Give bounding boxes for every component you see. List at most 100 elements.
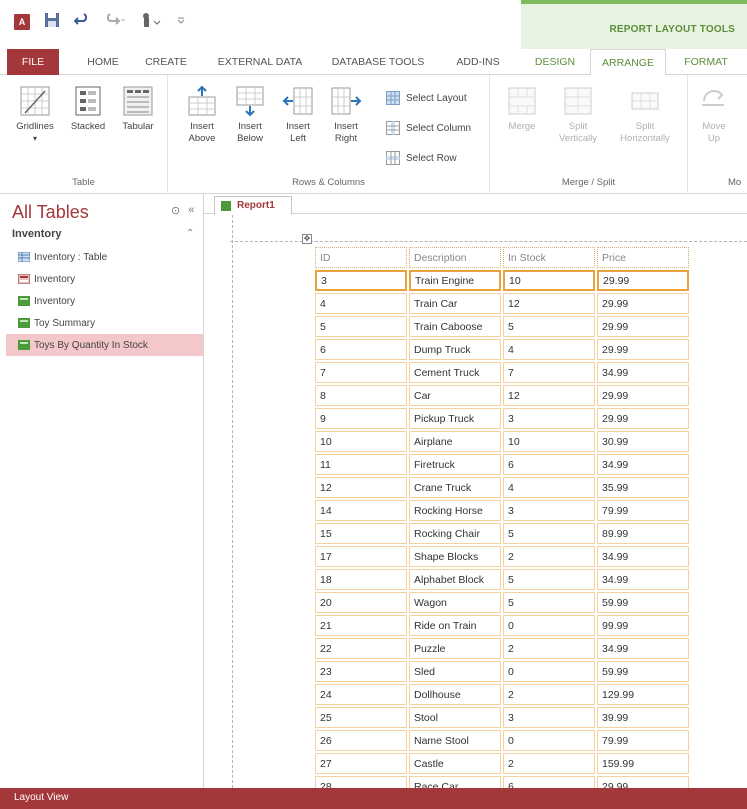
cell-id[interactable]: 26 <box>315 730 407 751</box>
cell-description[interactable]: Airplane <box>409 431 501 452</box>
cell-description[interactable]: Train Car <box>409 293 501 314</box>
cell-in-stock[interactable]: 0 <box>503 730 595 751</box>
cell-price[interactable]: 35.99 <box>597 477 689 498</box>
table-row[interactable]: 18 Alphabet Block 5 34.99 <box>315 569 689 590</box>
layout-move-handle-icon[interactable]: ✥ <box>302 234 312 244</box>
cell-id[interactable]: 20 <box>315 592 407 613</box>
select-row-button[interactable]: Select Row <box>386 151 457 165</box>
cell-in-stock[interactable]: 0 <box>503 615 595 636</box>
cell-description[interactable]: Crane Truck <box>409 477 501 498</box>
cell-description[interactable]: Dollhouse <box>409 684 501 705</box>
cell-price[interactable]: 59.99 <box>597 592 689 613</box>
column-header-description[interactable]: Description <box>409 247 501 268</box>
cell-in-stock[interactable]: 12 <box>503 293 595 314</box>
undo-icon[interactable] <box>73 12 90 33</box>
cell-id[interactable]: 22 <box>315 638 407 659</box>
column-header-id[interactable]: ID <box>315 247 407 268</box>
cell-description[interactable]: Ride on Train <box>409 615 501 636</box>
tab-create[interactable]: CREATE <box>140 49 192 75</box>
move-up-button[interactable]: Move Up <box>692 85 736 145</box>
select-layout-button[interactable]: Select Layout <box>386 91 467 105</box>
select-column-button[interactable]: Select Column <box>386 121 471 135</box>
insert-below-button[interactable]: Insert Below <box>228 85 272 145</box>
cell-in-stock[interactable]: 4 <box>503 339 595 360</box>
cell-description[interactable]: Rocking Horse <box>409 500 501 521</box>
table-row[interactable]: 25 Stool 3 39.99 <box>315 707 689 728</box>
cell-price[interactable]: 29.99 <box>597 316 689 337</box>
table-row[interactable]: 3 Train Engine 10 29.99 <box>315 270 689 291</box>
merge-button[interactable]: Merge <box>500 85 544 133</box>
cell-id[interactable]: 18 <box>315 569 407 590</box>
table-row[interactable]: 7 Cement Truck 7 34.99 <box>315 362 689 383</box>
cell-price[interactable]: 29.99 <box>597 385 689 406</box>
cell-price[interactable]: 30.99 <box>597 431 689 452</box>
cell-description[interactable]: Stool <box>409 707 501 728</box>
cell-price[interactable]: 79.99 <box>597 500 689 521</box>
table-row[interactable]: 27 Castle 2 159.99 <box>315 753 689 774</box>
cell-price[interactable]: 59.99 <box>597 661 689 682</box>
cell-id[interactable]: 25 <box>315 707 407 728</box>
cell-description[interactable]: Alphabet Block <box>409 569 501 590</box>
cell-description[interactable]: Rocking Chair <box>409 523 501 544</box>
cell-in-stock[interactable]: 2 <box>503 638 595 659</box>
stacked-button[interactable]: Stacked <box>66 85 110 133</box>
cell-id[interactable]: 15 <box>315 523 407 544</box>
nav-item-inventory-report[interactable]: Inventory <box>6 290 203 312</box>
cell-description[interactable]: Dump Truck <box>409 339 501 360</box>
table-row[interactable]: 4 Train Car 12 29.99 <box>315 293 689 314</box>
cell-price[interactable]: 34.99 <box>597 454 689 475</box>
cell-price[interactable]: 99.99 <box>597 615 689 636</box>
cell-id[interactable]: 23 <box>315 661 407 682</box>
access-app-icon[interactable]: A <box>14 14 30 30</box>
touch-mode-icon[interactable] <box>140 12 162 33</box>
cell-id[interactable]: 6 <box>315 339 407 360</box>
table-row[interactable]: 5 Train Caboose 5 29.99 <box>315 316 689 337</box>
tab-arrange[interactable]: ARRANGE <box>590 49 666 76</box>
cell-description[interactable]: Cement Truck <box>409 362 501 383</box>
table-row[interactable]: 26 Name Stool 0 79.99 <box>315 730 689 751</box>
cell-id[interactable]: 7 <box>315 362 407 383</box>
cell-description[interactable]: Castle <box>409 753 501 774</box>
cell-id[interactable]: 8 <box>315 385 407 406</box>
cell-in-stock[interactable]: 0 <box>503 661 595 682</box>
cell-in-stock[interactable]: 3 <box>503 500 595 521</box>
tab-format[interactable]: FORMAT <box>672 49 740 75</box>
table-row[interactable]: 20 Wagon 5 59.99 <box>315 592 689 613</box>
document-tab-report1[interactable]: Report1 <box>214 196 292 215</box>
column-header-price[interactable]: Price <box>597 247 689 268</box>
cell-price[interactable]: 34.99 <box>597 638 689 659</box>
cell-in-stock[interactable]: 3 <box>503 707 595 728</box>
cell-id[interactable]: 10 <box>315 431 407 452</box>
cell-in-stock[interactable]: 2 <box>503 684 595 705</box>
cell-in-stock[interactable]: 5 <box>503 523 595 544</box>
cell-price[interactable]: 89.99 <box>597 523 689 544</box>
cell-id[interactable]: 11 <box>315 454 407 475</box>
cell-description[interactable]: Firetruck <box>409 454 501 475</box>
table-row[interactable]: 6 Dump Truck 4 29.99 <box>315 339 689 360</box>
cell-description[interactable]: Train Caboose <box>409 316 501 337</box>
tab-design[interactable]: DESIGN <box>524 49 586 75</box>
redo-icon[interactable] <box>104 12 126 33</box>
cell-in-stock[interactable]: 2 <box>503 753 595 774</box>
nav-group-collapse-icon[interactable]: ⌃ <box>186 228 194 239</box>
cell-in-stock[interactable]: 5 <box>503 592 595 613</box>
cell-price[interactable]: 29.99 <box>597 408 689 429</box>
cell-price[interactable]: 29.99 <box>597 270 689 291</box>
cell-description[interactable]: Sled <box>409 661 501 682</box>
cell-id[interactable]: 14 <box>315 500 407 521</box>
cell-description[interactable]: Name Stool <box>409 730 501 751</box>
tab-file[interactable]: FILE <box>7 49 59 75</box>
table-row[interactable]: 24 Dollhouse 2 129.99 <box>315 684 689 705</box>
cell-id[interactable]: 12 <box>315 477 407 498</box>
gridlines-button[interactable]: Gridlines ▾ <box>10 85 60 145</box>
cell-price[interactable]: 129.99 <box>597 684 689 705</box>
nav-menu-dropdown-icon[interactable]: ⊙ <box>171 204 180 217</box>
cell-description[interactable]: Puzzle <box>409 638 501 659</box>
nav-pane-title[interactable]: All Tables <box>12 202 89 223</box>
nav-group-header[interactable]: Inventory <box>12 228 62 240</box>
nav-shutter-close-icon[interactable]: « <box>188 204 194 217</box>
cell-in-stock[interactable]: 5 <box>503 316 595 337</box>
cell-id[interactable]: 9 <box>315 408 407 429</box>
insert-right-button[interactable]: Insert Right <box>324 85 368 145</box>
cell-in-stock[interactable]: 12 <box>503 385 595 406</box>
